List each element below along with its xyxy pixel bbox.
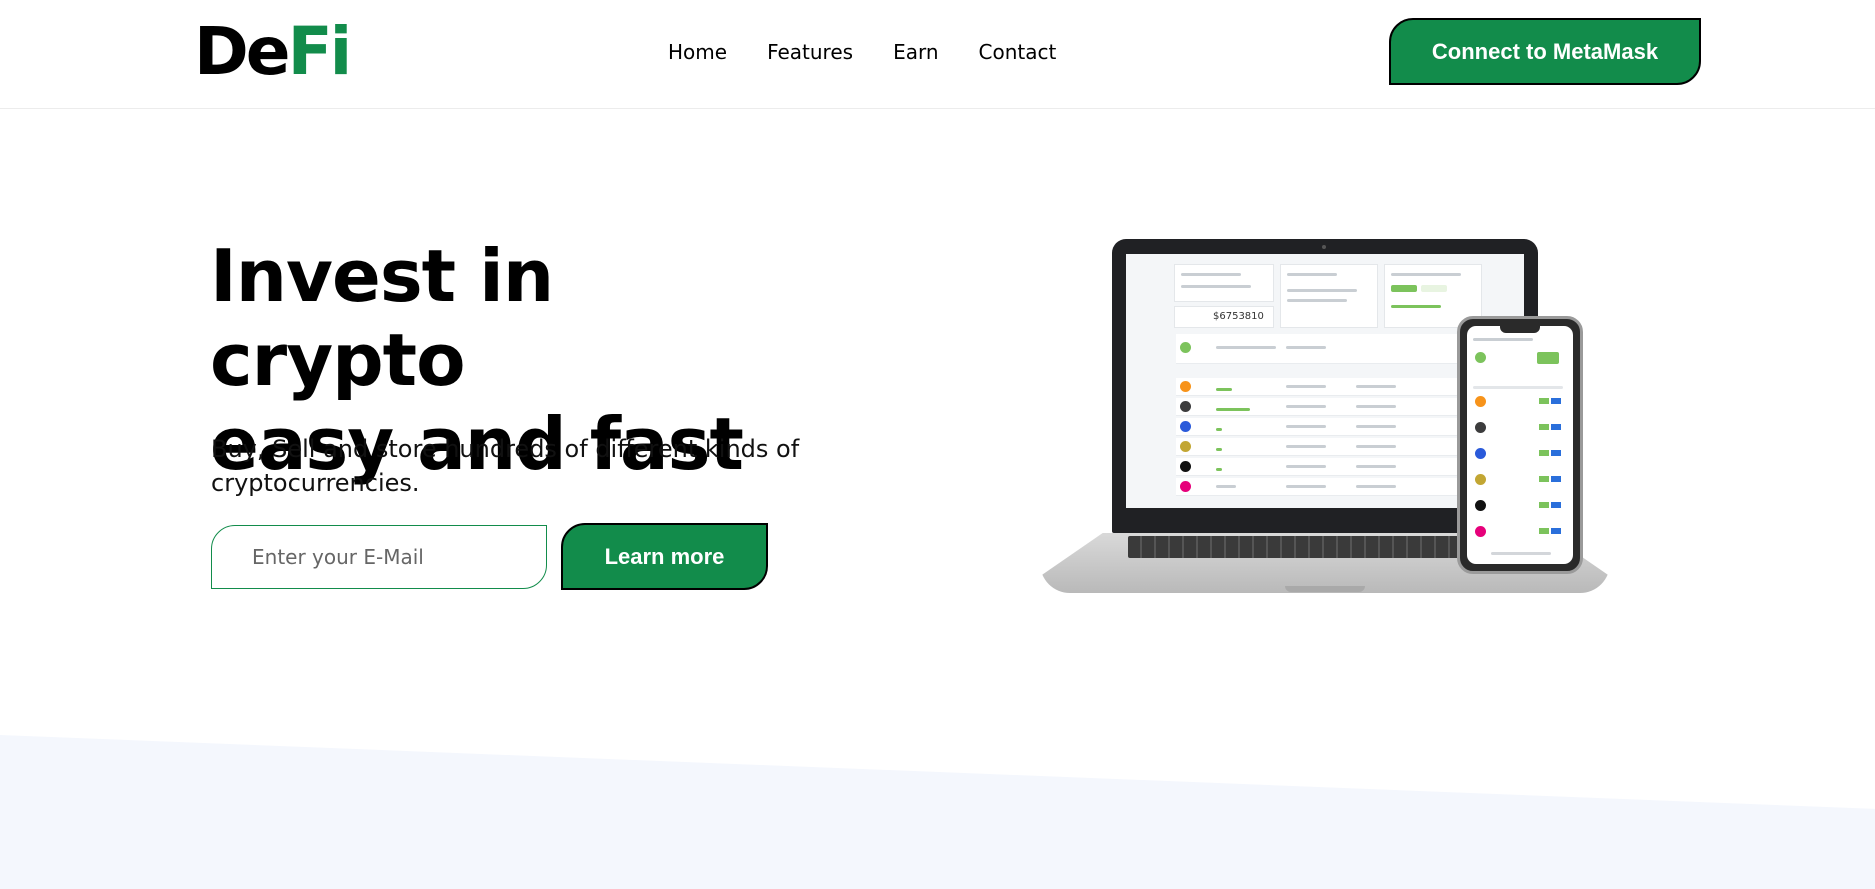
nav-features[interactable]: Features [767,38,853,66]
portfolio-value: $6753810 [1213,311,1264,322]
hero-title-line1: Invest in crypto [210,234,554,402]
logo-part-fi: Fi [287,13,353,90]
next-section-background [0,735,1875,889]
phone-notch [1500,326,1540,333]
phone-frame [1457,316,1583,574]
email-input[interactable] [211,525,547,589]
laptop-notch [1285,586,1365,592]
account-card [1174,264,1274,302]
site-header: DeFi Home Features Earn Contact Connect … [0,0,1875,109]
portfolio-card: $6753810 [1174,306,1274,328]
laptop-camera [1322,245,1326,249]
logo-part-de: De [194,13,291,90]
nav-home[interactable]: Home [668,38,727,66]
learn-more-button[interactable]: Learn more [561,523,768,590]
device-mockup-image: $6753810 [1040,236,1610,612]
nav-earn[interactable]: Earn [893,38,938,66]
main-nav: Home Features Earn Contact [668,38,1056,66]
phone-screen [1467,326,1573,564]
referral-card [1280,264,1378,328]
nav-contact[interactable]: Contact [979,38,1057,66]
defi-logo[interactable]: DeFi [194,13,353,90]
connect-metamask-button[interactable]: Connect to MetaMask [1389,18,1701,85]
hero-subtitle: Buy, Sell and store hundreds of differen… [211,435,800,497]
